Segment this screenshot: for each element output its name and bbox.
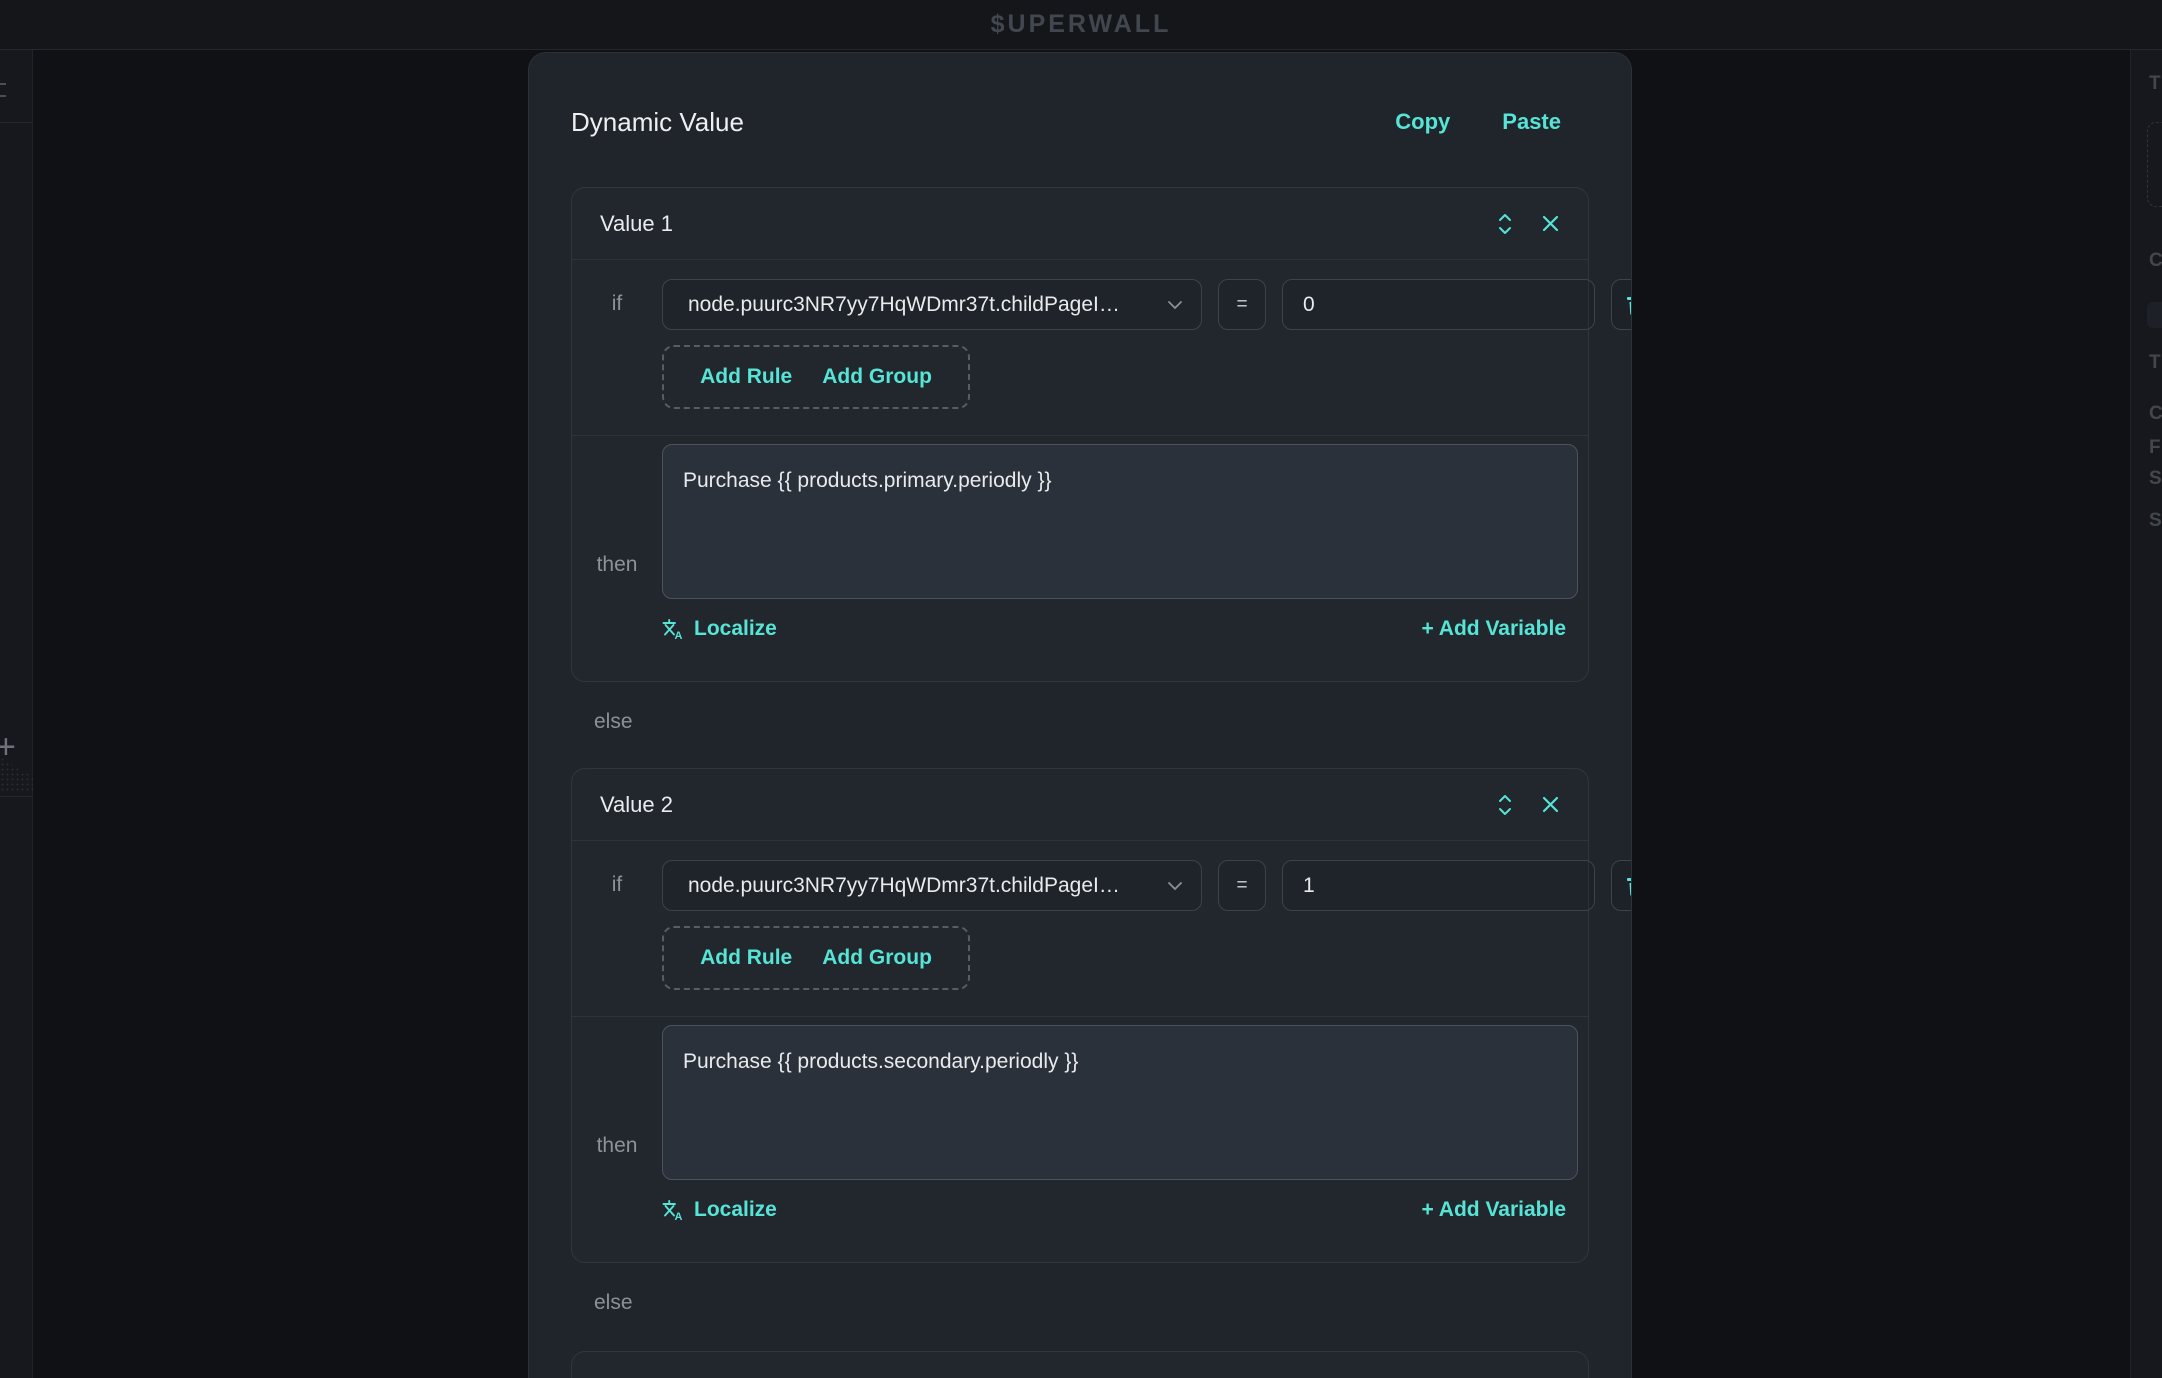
value-1-if-section: if node.puurc3NR7yy7HqWDmr37t.childPageI… — [572, 260, 1588, 436]
close-icon[interactable] — [1541, 795, 1560, 814]
then-value-textarea[interactable]: Purchase {{ products.primary.periodly }} — [662, 444, 1578, 599]
trash-icon — [1625, 875, 1632, 897]
translate-icon: A — [662, 618, 684, 640]
then-footer: A Localize + Add Variable — [662, 1194, 1578, 1226]
clipped-panel-text: C — [2149, 403, 2162, 425]
clipped-panel-text: C — [2149, 250, 2162, 272]
then-value-textarea[interactable]: Purchase {{ products.secondary.periodly … — [662, 1025, 1578, 1180]
value-card-3-clipped — [571, 1351, 1589, 1378]
left-canvas-edge: + — [0, 50, 33, 1378]
condition-field-value: node.puurc3NR7yy7HqWDmr37t.childPageI… — [688, 874, 1120, 898]
value-2-then-section: then Purchase {{ products.secondary.peri… — [572, 1017, 1588, 1262]
value-card-2: Value 2 if node.puurc3NR — [571, 768, 1589, 1263]
value-2-if-content: node.puurc3NR7yy7HqWDmr37t.childPageI… = — [662, 860, 1632, 990]
canvas-hatch-texture — [0, 757, 33, 791]
svg-text:A: A — [675, 630, 683, 640]
localize-button[interactable]: A Localize — [662, 1198, 777, 1222]
copy-button[interactable]: Copy — [1395, 109, 1450, 135]
reorder-icon[interactable] — [1497, 212, 1513, 236]
value-card-1: Value 1 if node.puurc3NR — [571, 187, 1589, 682]
add-variable-button[interactable]: + Add Variable — [1421, 617, 1566, 641]
value-2-controls — [1497, 793, 1560, 817]
then-label: then — [572, 553, 662, 599]
else-label: else — [594, 710, 1589, 734]
value-1-title: Value 1 — [600, 211, 673, 237]
condition-value-input[interactable] — [1282, 860, 1595, 911]
clipped-preview-frame — [2147, 122, 2162, 207]
svg-text:A: A — [675, 1211, 683, 1221]
value-2-header: Value 2 — [572, 769, 1588, 841]
superwall-logo: $UPERWALL — [991, 10, 1172, 39]
trash-icon — [1625, 294, 1632, 316]
operator-button[interactable]: = — [1218, 279, 1266, 330]
condition-row: node.puurc3NR7yy7HqWDmr37t.childPageI… = — [662, 279, 1632, 330]
paste-button[interactable]: Paste — [1502, 109, 1561, 135]
if-label: if — [572, 860, 662, 990]
translate-icon: A — [662, 1199, 684, 1221]
condition-row: node.puurc3NR7yy7HqWDmr37t.childPageI… = — [662, 860, 1632, 911]
clipped-panel-chip — [2147, 302, 2162, 328]
clipped-panel-text: T — [2149, 352, 2161, 374]
divider — [0, 796, 33, 797]
condition-value-input[interactable] — [1282, 279, 1595, 330]
modal-header: Dynamic Value Copy Paste — [571, 105, 1589, 139]
delete-rule-button[interactable] — [1611, 860, 1632, 911]
condition-field-value: node.puurc3NR7yy7HqWDmr37t.childPageI… — [688, 293, 1120, 317]
add-group-button[interactable]: Add Group — [822, 946, 932, 970]
chevron-down-icon — [1167, 300, 1183, 310]
delete-rule-button[interactable] — [1611, 279, 1632, 330]
top-header-bar: $UPERWALL — [0, 0, 2162, 50]
add-rule-group-box: Add Rule Add Group — [662, 926, 970, 990]
operator-button[interactable]: = — [1218, 860, 1266, 911]
dynamic-value-modal: Dynamic Value Copy Paste Value 1 — [528, 52, 1632, 1378]
value-1-then-section: then Purchase {{ products.primary.period… — [572, 436, 1588, 681]
modal-actions: Copy Paste — [1395, 109, 1561, 135]
clipped-icon — [0, 83, 6, 85]
clipped-panel-text: S — [2149, 468, 2162, 490]
value-1-if-content: node.puurc3NR7yy7HqWDmr37t.childPageI… = — [662, 279, 1632, 409]
chevron-down-icon — [1167, 881, 1183, 891]
value-2-title: Value 2 — [600, 792, 673, 818]
add-group-button[interactable]: Add Group — [822, 365, 932, 389]
if-label: if — [572, 279, 662, 409]
right-panel-edge: T C T C F S S — [2130, 50, 2162, 1378]
condition-field-dropdown[interactable]: node.puurc3NR7yy7HqWDmr37t.childPageI… — [662, 860, 1202, 911]
then-label: then — [572, 1134, 662, 1180]
modal-title: Dynamic Value — [571, 107, 744, 138]
clipped-panel-text: F — [2149, 437, 2161, 459]
close-icon[interactable] — [1541, 214, 1560, 233]
add-variable-button[interactable]: + Add Variable — [1421, 1198, 1566, 1222]
condition-field-dropdown[interactable]: node.puurc3NR7yy7HqWDmr37t.childPageI… — [662, 279, 1202, 330]
add-rule-button[interactable]: Add Rule — [700, 365, 792, 389]
value-2-if-section: if node.puurc3NR7yy7HqWDmr37t.childPageI… — [572, 841, 1588, 1017]
localize-label: Localize — [694, 617, 777, 641]
add-rule-button[interactable]: Add Rule — [700, 946, 792, 970]
localize-label: Localize — [694, 1198, 777, 1222]
else-label: else — [594, 1291, 1589, 1315]
add-rule-group-box: Add Rule Add Group — [662, 345, 970, 409]
reorder-icon[interactable] — [1497, 793, 1513, 817]
then-footer: A Localize + Add Variable — [662, 613, 1578, 645]
clipped-icon — [0, 95, 6, 97]
value-1-header: Value 1 — [572, 188, 1588, 260]
value-1-controls — [1497, 212, 1560, 236]
localize-button[interactable]: A Localize — [662, 617, 777, 641]
clipped-panel-text: T — [2149, 73, 2161, 95]
divider — [0, 122, 33, 123]
clipped-panel-text: S — [2149, 510, 2162, 532]
